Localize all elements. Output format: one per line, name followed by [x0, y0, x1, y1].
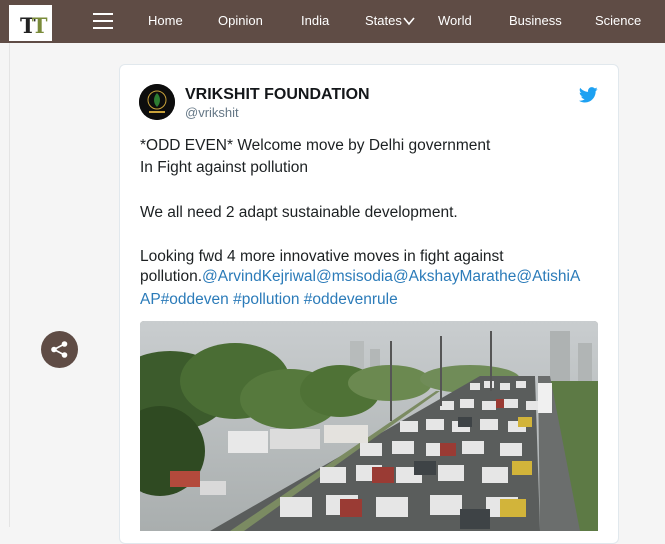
top-navigation-bar: TT Home Opinion India States World Busin… [0, 0, 665, 43]
tweet-text-line: In Fight against pollution [140, 159, 309, 176]
chevron-down-icon[interactable] [403, 15, 415, 27]
tweet-photo[interactable] [140, 321, 598, 531]
nav-item-states[interactable]: States [365, 13, 402, 28]
foundation-logo-icon [139, 84, 175, 120]
nav-item-business[interactable]: Business [509, 13, 562, 28]
tweet-text-line: Looking fwd 4 more innovative moves in f… [140, 248, 504, 265]
tweet-text-line: We all need 2 adapt sustainable developm… [140, 204, 458, 221]
left-divider [9, 43, 10, 527]
tweet-text: pollution. [140, 268, 203, 285]
nav-item-home[interactable]: Home [148, 13, 183, 28]
nav-item-world[interactable]: World [438, 13, 472, 28]
mention-link[interactable]: @ArvindKejriwal [202, 268, 316, 285]
twitter-bird-icon[interactable] [579, 87, 598, 103]
mention-link[interactable]: @AtishiA [516, 268, 580, 285]
hamburger-menu-icon[interactable] [93, 13, 113, 30]
tweet-text-line: pollution.@ArvindKejriwal@msisodia@Aksha… [140, 268, 580, 286]
tweet-author-handle[interactable]: @vrikshit [185, 105, 239, 120]
mention-link[interactable]: @msisodia [316, 268, 393, 285]
site-logo-mark: TT [20, 13, 47, 38]
mention-link[interactable]: AP [140, 291, 161, 308]
hashtag-link[interactable]: #oddevenrule [304, 291, 398, 308]
nav-item-science[interactable]: Science [595, 13, 641, 28]
nav-item-india[interactable]: India [301, 13, 329, 28]
share-button[interactable] [41, 331, 78, 368]
tweet-author-name[interactable]: VRIKSHIT FOUNDATION [185, 86, 370, 104]
hashtag-link[interactable]: #pollution [233, 291, 299, 308]
mention-link[interactable]: @AkshayMarathe [393, 268, 516, 285]
tweet-text-line: *ODD EVEN* Welcome move by Delhi governm… [140, 137, 491, 154]
traffic-jam-photo [140, 321, 598, 531]
hashtag-link[interactable]: #oddeven [161, 291, 229, 308]
share-icon [51, 341, 68, 358]
nav-item-opinion[interactable]: Opinion [218, 13, 263, 28]
tweet-text-line: AP#oddeven #pollution #oddevenrule [140, 291, 398, 309]
tweet-author-avatar[interactable] [139, 84, 175, 120]
site-logo[interactable]: TT [9, 5, 52, 41]
